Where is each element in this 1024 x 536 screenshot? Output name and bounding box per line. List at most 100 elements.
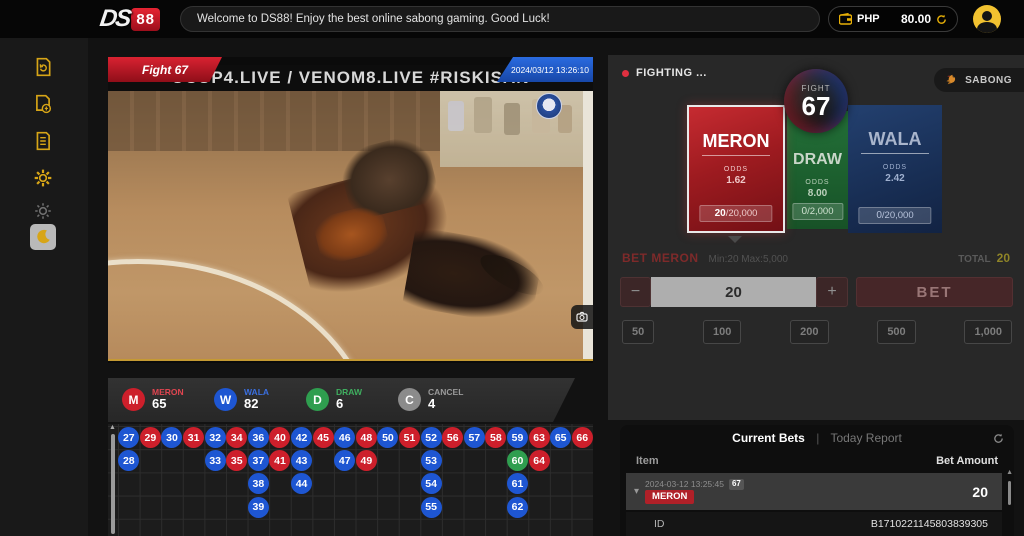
sabong-tab[interactable]: SABONG [934,68,1024,92]
status-dot-icon [622,70,629,77]
grid-scroll-up-icon[interactable]: ▲ [109,424,116,431]
result-number-circle: 56 [442,427,463,448]
bet-total: TOTAL20 [958,251,1010,265]
quick-amount-chip[interactable]: 200 [790,320,828,344]
current-bets-panel: Current Bets | Today Report Item Bet Amo… [620,425,1014,536]
bet-fight-number-badge: 67 [729,479,744,489]
quick-amount-chips: 50 100 200 500 1,000 [622,320,1012,344]
meron-bet-total: 20/20,000 [699,205,772,222]
dark-mode-icon[interactable] [30,224,56,250]
result-letter-badge: D [306,388,329,411]
game-history-icon[interactable] [30,54,56,80]
bet-limits: Min:20 Max:5,000 [709,254,789,265]
increase-amount-button[interactable]: + [816,277,848,307]
bet-time: 2024-03-12 13:25:45 [645,479,724,490]
betting-panel: FIGHTING ... SABONG FIGHT 67 MERON ODDS … [608,55,1024,420]
chevron-down-icon[interactable]: ▾ [634,486,639,497]
result-count: 6 [336,397,362,412]
result-number-circle: 39 [248,497,269,518]
quick-amount-chip[interactable]: 100 [703,320,741,344]
spectators-area [440,91,584,167]
result-number-circle: 66 [572,427,593,448]
stream-logo-icon [536,93,562,119]
app-root: DS 88 Welcome to DS88! Enjoy the best on… [0,0,1024,536]
result-number-circle: 44 [291,473,312,494]
result-number-circle: 32 [205,427,226,448]
result-number-circle: 28 [118,450,139,471]
result-legend-item: M MERON 65 [122,388,188,413]
bet-button[interactable]: BET [856,277,1013,307]
result-count: 65 [152,397,184,412]
fight-number-orb: FIGHT 67 [784,69,848,133]
result-number-circle: 52 [421,427,442,448]
result-number-circle: 37 [248,450,269,471]
quick-amount-chip[interactable]: 500 [877,320,915,344]
logo-ds-text: DS [98,5,131,33]
fight-results-grid[interactable]: ▲ 27282930313233343536373839404142434445… [108,424,593,536]
bet-form-header: BET MERON Min:20 Max:5,000 TOTAL20 [622,251,1010,265]
result-number-circle: 64 [529,450,550,471]
result-number-circle: 61 [507,473,528,494]
grid-scrollbar[interactable] [111,434,115,534]
result-number-circle: 41 [269,450,290,471]
result-legend-item: W WALA 82 [214,388,280,413]
ds88-logo[interactable]: DS 88 [100,5,160,33]
bet-records-icon[interactable] [30,91,56,117]
wallet-balance[interactable]: PHP 80.00 [828,6,958,32]
wallet-icon [839,13,852,25]
cockpit-arena [108,87,593,361]
decrease-amount-button[interactable]: − [620,277,651,307]
result-letter-badge: M [122,388,145,411]
result-number-circle: 30 [161,427,182,448]
result-number-circle: 65 [550,427,571,448]
logo-88-badge: 88 [131,8,160,31]
video-timestamp-badge: 2024/03/12 13:26:10 [497,57,593,82]
tab-today-report[interactable]: Today Report [830,431,901,445]
left-sidebar [0,38,88,536]
video-screen: UCUP4.LIVE / VENOM8.LIVE #RISKISAN [108,57,593,361]
currency-label: PHP [857,13,880,25]
result-number-circle: 35 [226,450,247,471]
status-text: FIGHTING ... [636,67,707,79]
meron-bet-card[interactable]: MERON ODDS 1.62 20/20,000 [687,105,785,233]
results-summary-bar: M MERON 65 W WALA 82 D DRAW 6 C CANCEL [108,378,575,422]
wala-bet-total: 0/20,000 [858,207,931,224]
result-number-circle: 55 [421,497,442,518]
result-number-circle: 60 [507,450,528,471]
quick-amount-chip[interactable]: 1,000 [964,320,1012,344]
result-number-circle: 47 [334,450,355,471]
refresh-bets-icon[interactable] [993,431,1004,449]
light-mode-icon[interactable] [30,198,56,224]
result-legend-item: D DRAW 6 [306,388,372,413]
result-number-circle: 33 [205,450,226,471]
user-avatar[interactable] [973,5,1001,33]
result-number-circle: 49 [356,450,377,471]
grid-cells: 2728293031323334353637383940414243444546… [118,426,593,519]
refresh-balance-icon[interactable] [936,14,947,25]
switch-camera-icon[interactable] [571,305,593,329]
result-number-circle: 57 [464,427,485,448]
result-number-circle: 63 [529,427,550,448]
wala-bet-card[interactable]: WALA ODDS 2.42 0/20,000 [848,105,942,233]
tab-current-bets[interactable]: Current Bets [732,431,805,445]
report-icon[interactable] [30,128,56,154]
bet-id-row: ID B1710221145803839305 [626,512,1002,536]
settings-gear-icon[interactable] [30,165,56,191]
welcome-marquee: Welcome to DS88! Enjoy the best online s… [180,6,820,32]
result-number-circle: 27 [118,427,139,448]
bet-row[interactable]: ▾ 2024-03-12 13:25:45 67 MERON 20 [626,473,1002,510]
bet-side-label: BET MERON [622,251,699,265]
bets-scrollbar[interactable] [1008,481,1011,505]
fight-status: FIGHTING ... [622,67,707,79]
result-number-circle: 62 [507,497,528,518]
result-number-circle: 29 [140,427,161,448]
top-bar: DS 88 Welcome to DS88! Enjoy the best on… [0,0,1024,38]
bets-scroll-up-icon[interactable]: ▲ [1006,469,1013,476]
selected-card-pointer-icon [728,236,742,243]
quick-amount-chip[interactable]: 50 [622,320,654,344]
sabong-label: SABONG [965,75,1012,86]
balance-value: 80.00 [901,12,931,26]
bet-amount-input[interactable] [651,277,816,307]
live-video-player[interactable]: UCUP4.LIVE / VENOM8.LIVE #RISKISAN [108,57,593,363]
result-letter-badge: C [398,388,421,411]
